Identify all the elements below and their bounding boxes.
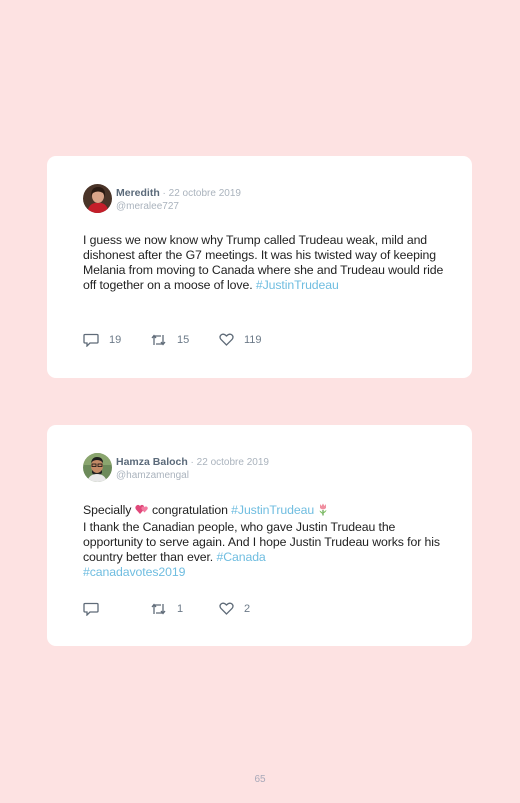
retweet-button[interactable]: 15 (150, 333, 189, 347)
tweet-actions: 19 15 119 (83, 333, 283, 349)
page-number: 65 (254, 774, 266, 785)
hashtag-link[interactable]: #JustinTrudeau (256, 278, 339, 292)
tweet-text: Specially congratulation #JustinTrudeau … (83, 502, 453, 580)
retweet-count: 15 (177, 334, 190, 346)
reply-button[interactable] (83, 602, 109, 616)
author-name[interactable]: Meredith (116, 187, 160, 199)
tweet-date[interactable]: 22 octobre 2019 (169, 188, 241, 199)
author-handle[interactable]: @meralee727 (116, 200, 241, 213)
like-count: 2 (244, 602, 251, 615)
reply-icon (83, 602, 99, 616)
hashtag-link[interactable]: #Canada (216, 550, 265, 564)
tweet-text: I guess we now know why Trump called Tru… (83, 233, 453, 293)
tweet-date[interactable]: 22 octobre 2019 (197, 457, 269, 468)
reply-button[interactable]: 19 (83, 333, 121, 347)
tweet-card: Hamza Baloch · 22 octobre 2019 @hamzamen… (47, 425, 472, 646)
like-icon (219, 602, 234, 615)
retweet-count: 1 (177, 603, 184, 615)
tulip-icon (317, 502, 329, 520)
tweet-actions: 1 2 (83, 602, 283, 618)
separator-dot: · (187, 457, 197, 468)
tweet-body: Specially (83, 503, 132, 517)
author-handle[interactable]: @hamzamengal (116, 469, 269, 482)
retweet-button[interactable]: 1 (150, 602, 183, 616)
heart-icon (134, 503, 149, 520)
like-button[interactable]: 2 (219, 602, 250, 615)
avatar[interactable] (83, 184, 112, 213)
separator-dot: · (159, 188, 169, 199)
author-name[interactable]: Hamza Baloch (116, 456, 188, 468)
hashtag-link[interactable]: #JustinTrudeau (231, 503, 314, 517)
tweet-card: Meredith · 22 octobre 2019 @meralee727 I… (47, 156, 472, 378)
like-button[interactable]: 119 (219, 333, 262, 346)
avatar[interactable] (83, 453, 112, 482)
hashtag-link[interactable]: #canadavotes2019 (83, 565, 185, 579)
tweet-body: congratulation (151, 503, 228, 517)
like-count: 119 (244, 333, 262, 346)
retweet-icon (151, 334, 166, 346)
reply-count: 19 (109, 334, 122, 346)
reply-icon (83, 333, 99, 347)
like-icon (219, 333, 234, 346)
retweet-icon (151, 603, 166, 615)
